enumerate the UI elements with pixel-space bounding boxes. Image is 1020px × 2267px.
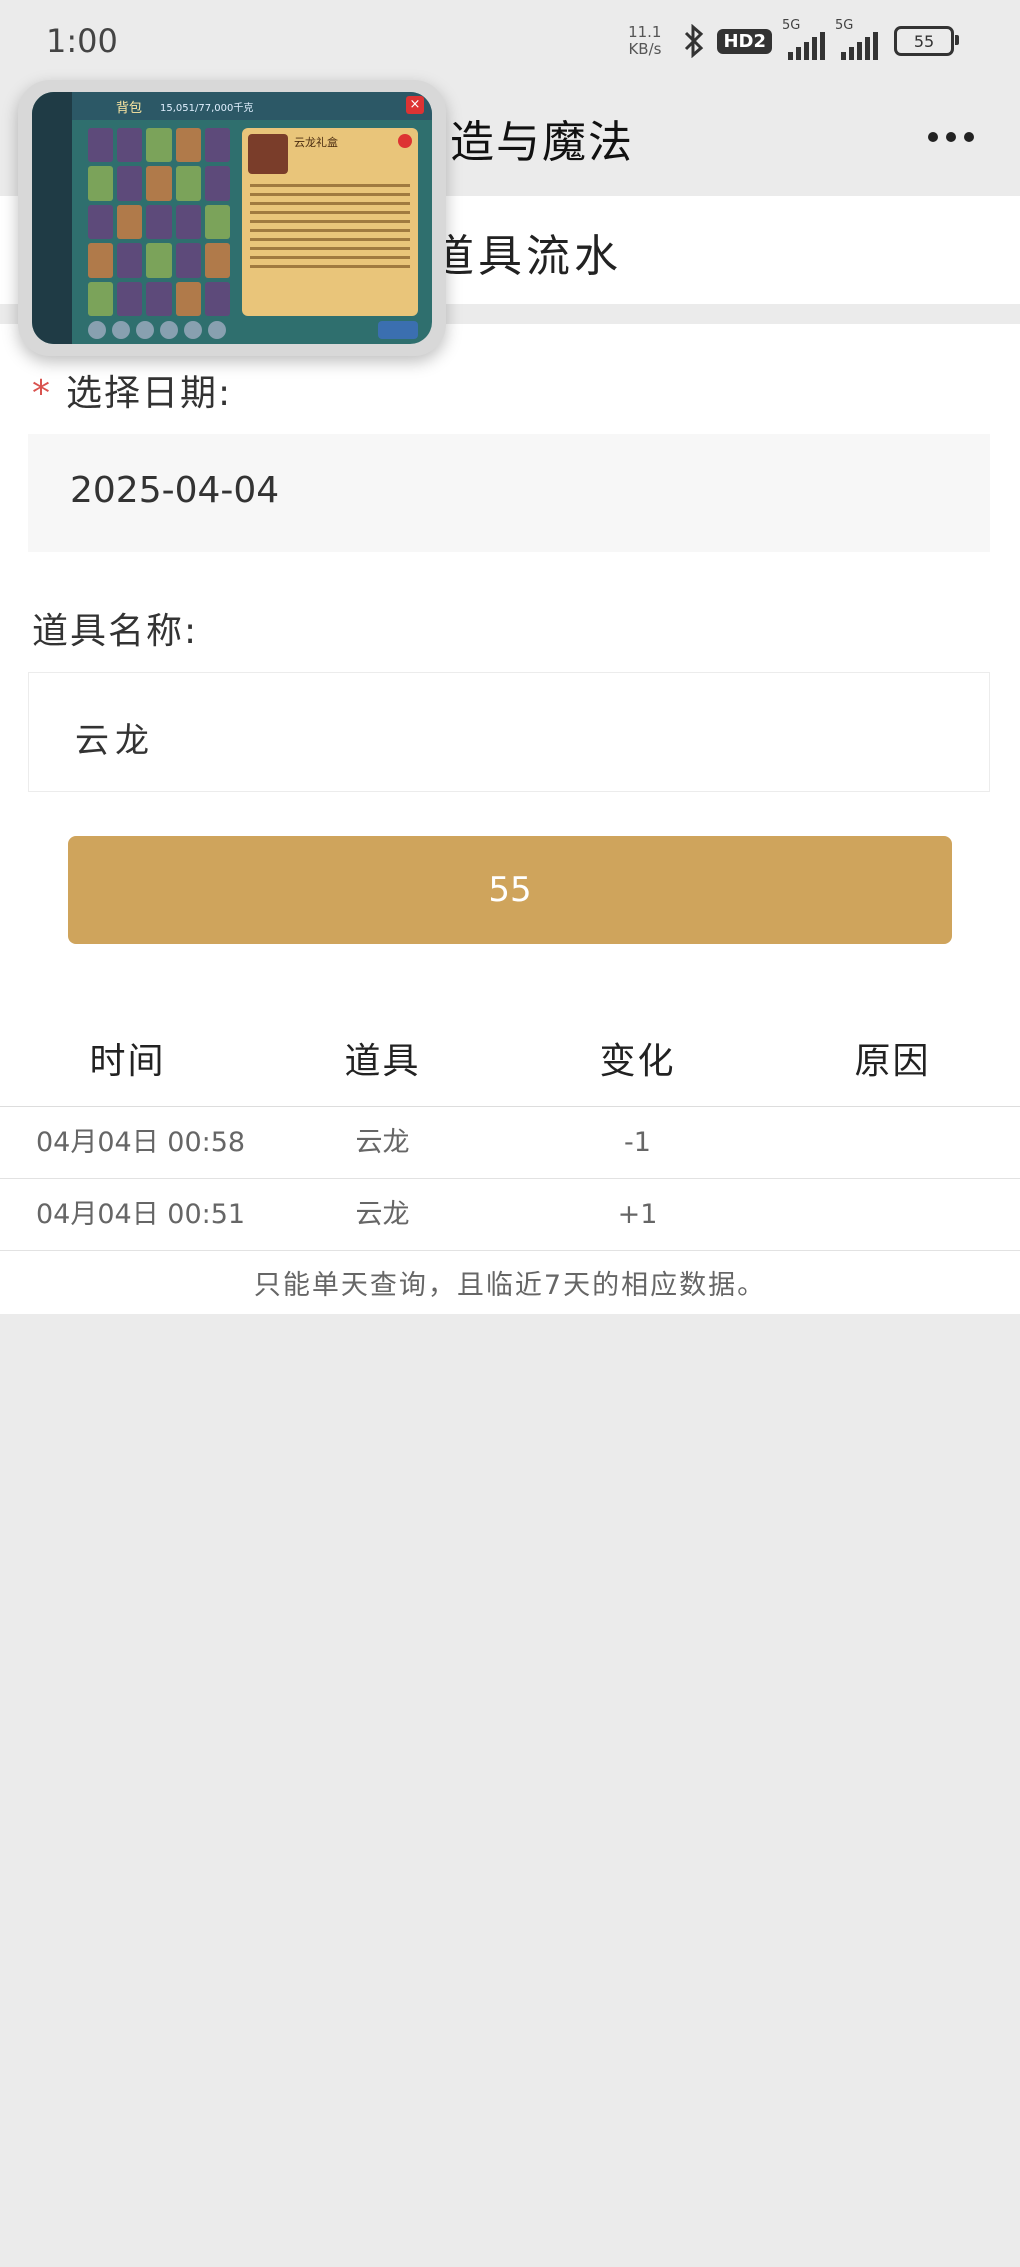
backpack-close-icon: × (406, 96, 424, 114)
nav-title: 造与魔法 (450, 117, 634, 168)
cell-reason (765, 1107, 1020, 1178)
main-content: * 选择日期: 2025-04-04 道具名称: 云龙 55 时间 道具 变化 原… (0, 324, 1020, 1314)
item-name-input[interactable]: 云龙 (28, 672, 990, 792)
item-detail-title: 云龙礼盒 (294, 136, 338, 149)
column-header-reason: 原因 (854, 1041, 931, 1082)
floating-game-window[interactable]: 背包 15,051/77,000千克 × 云龙礼盒 (18, 80, 446, 356)
query-button[interactable]: 55 (68, 836, 952, 944)
status-time: 1:00 (46, 22, 118, 60)
signal-bars-1 (788, 32, 825, 60)
cell-reason (765, 1179, 1020, 1250)
network-speed-value: 11.1 (628, 23, 662, 41)
column-header-item: 道具 (344, 1041, 421, 1082)
game-side-panel (32, 92, 72, 344)
backpack-header: 背包 15,051/77,000千克 × (72, 92, 432, 120)
table-note: 只能单天查询，且临近7天的相应数据。 (253, 1270, 767, 1301)
page-title: 道具流水 (430, 231, 622, 282)
game-screenshot: 背包 15,051/77,000千克 × 云龙礼盒 (32, 92, 432, 344)
cell-item: 云龙 (355, 1199, 410, 1230)
game-toolbar (88, 320, 418, 340)
backpack-title: 背包 (116, 101, 143, 116)
network-speed: 11.1 KB/s (628, 24, 661, 58)
hd-badge: HD2 (717, 28, 772, 54)
records-table: 时间 道具 变化 原因 04月04日 00:58 云龙 -1 04月04日 00… (0, 1018, 1020, 1321)
status-bar: 1:00 11.1 KB/s HD2 5G 5G 55 (0, 0, 1020, 86)
table-row: 04月04日 00:58 云龙 -1 (0, 1107, 1020, 1179)
cell-time: 04月04日 00:58 (36, 1127, 246, 1158)
item-name-label: 道具名称: (32, 611, 199, 652)
date-picker[interactable]: 2025-04-04 (28, 434, 990, 552)
item-name-value: 云龙 (75, 721, 155, 761)
network-speed-unit: KB/s (628, 40, 662, 58)
signal-label-1: 5G (782, 18, 801, 33)
backpack-item-grid (88, 128, 230, 316)
more-options-icon[interactable] (928, 132, 974, 142)
signal-bars-2 (841, 32, 878, 60)
column-header-time: 时间 (89, 1041, 166, 1082)
table-row: 04月04日 00:51 云龙 +1 (0, 1179, 1020, 1251)
battery-level: 55 (913, 31, 935, 51)
signal-icon-1: 5G (782, 18, 825, 60)
bluetooth-icon (681, 24, 707, 58)
backpack-capacity: 15,051/77,000千克 (160, 103, 254, 114)
cell-change: -1 (624, 1127, 651, 1158)
item-thumbnail (248, 134, 288, 174)
cell-item: 云龙 (355, 1127, 410, 1158)
date-label: * 选择日期: (32, 364, 232, 416)
table-header: 时间 道具 变化 原因 (0, 1018, 1020, 1107)
date-label-text: 选择日期: (66, 373, 233, 414)
item-description-lines (250, 184, 410, 274)
item-detail-panel: 云龙礼盒 (242, 128, 418, 316)
cell-time: 04月04日 00:51 (36, 1199, 246, 1230)
signal-label-2: 5G (835, 18, 854, 33)
signal-icon-2: 5G (835, 18, 878, 60)
date-value: 2025-04-04 (70, 470, 280, 511)
cell-change: +1 (617, 1199, 658, 1230)
item-detail-close-icon (398, 134, 412, 148)
required-mark: * (32, 373, 52, 414)
battery-icon: 55 (894, 26, 959, 56)
status-icons: 11.1 KB/s HD2 5G 5G 55 (628, 18, 959, 60)
column-header-change: 变化 (599, 1041, 676, 1082)
